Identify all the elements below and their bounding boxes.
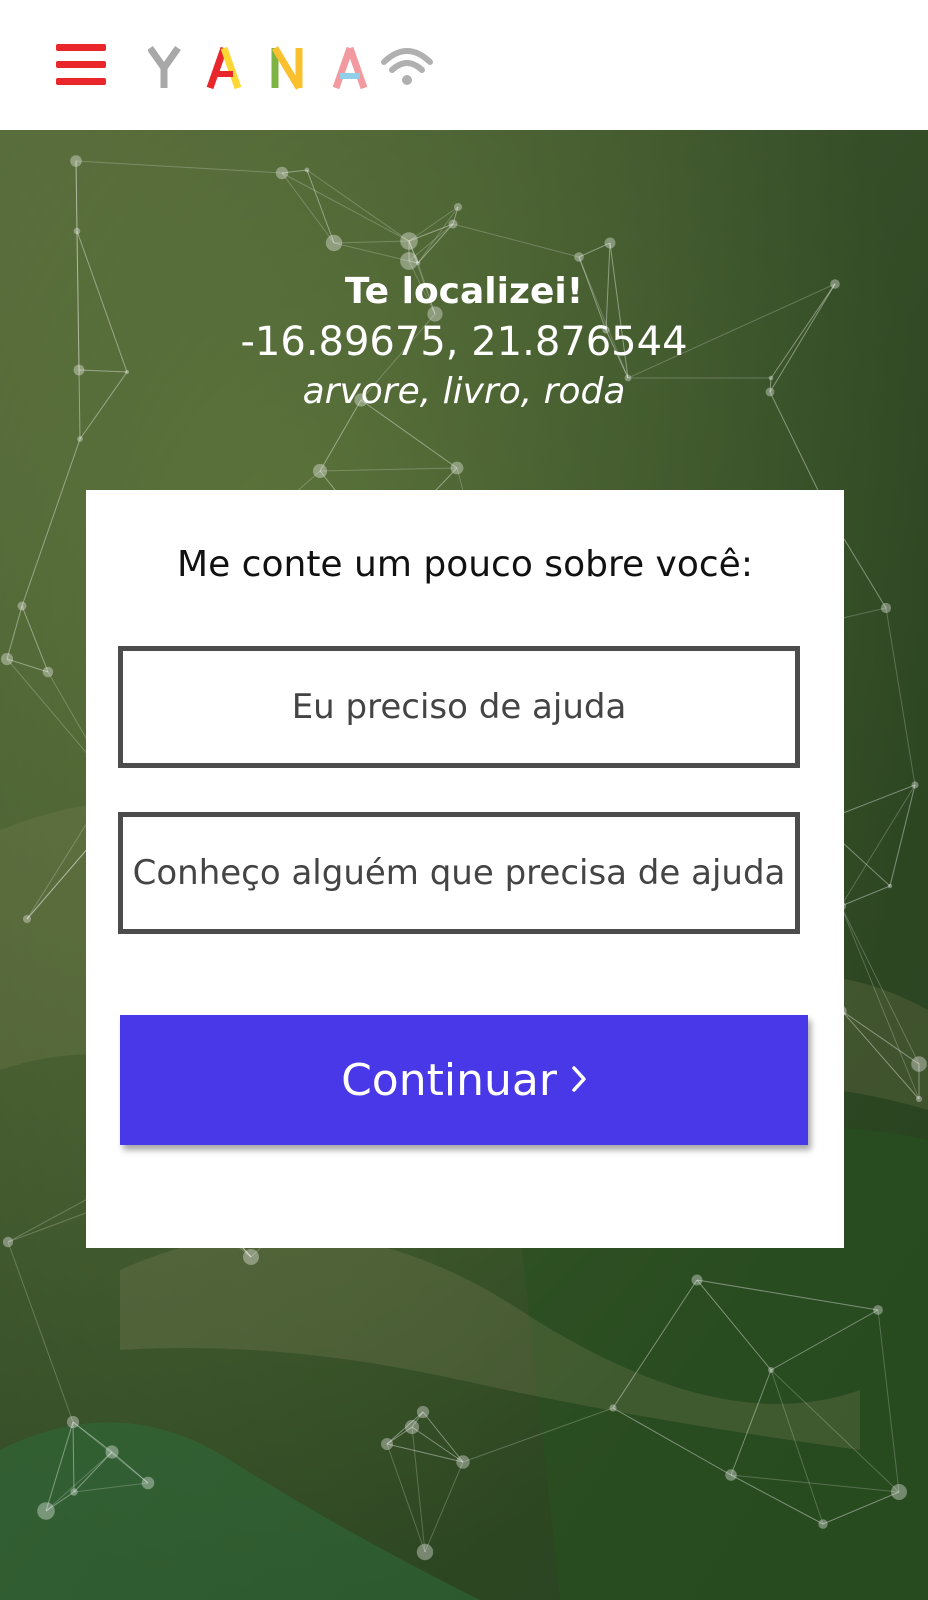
yana-logo: [148, 45, 433, 90]
continue-button[interactable]: Continuar: [120, 1015, 808, 1145]
chevron-right-icon: [571, 1057, 587, 1103]
option-need-help[interactable]: Eu preciso de ajuda: [118, 646, 800, 768]
app-header: [0, 0, 928, 130]
logo-letter-a1: [206, 46, 242, 90]
location-info: Te localizei! -16.89675, 21.876544 arvor…: [0, 268, 928, 416]
menu-bar-middle: [56, 61, 106, 68]
wifi-icon: [381, 48, 433, 85]
continue-label: Continuar: [341, 1054, 557, 1106]
logo-letter-n: [271, 46, 303, 90]
menu-bar-bottom: [56, 78, 106, 85]
menu-bar-top: [56, 44, 106, 51]
about-you-card: Me conte um pouco sobre você: Eu preciso…: [86, 490, 844, 1248]
location-words: arvore, livro, roda: [302, 371, 626, 412]
hamburger-menu-icon[interactable]: [56, 44, 106, 88]
logo-letter-y: [148, 45, 181, 88]
location-coordinates: -16.89675, 21.876544: [240, 319, 688, 365]
option-know-someone[interactable]: Conheço alguém que precisa de ajuda: [118, 812, 800, 934]
logo-letter-a2: [332, 46, 368, 90]
location-title: Te localizei!: [344, 271, 584, 312]
card-title: Me conte um pouco sobre você:: [177, 544, 753, 585]
